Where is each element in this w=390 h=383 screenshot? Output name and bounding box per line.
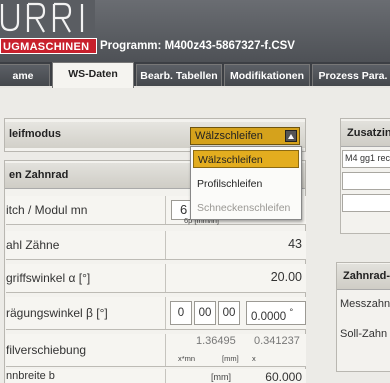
profilverschiebung-x-value[interactable]: 0.341237 bbox=[254, 335, 300, 347]
dropdown-arrow-icon[interactable] bbox=[285, 130, 297, 142]
eingriffswinkel-label: griffswinkel α [°] bbox=[6, 271, 91, 285]
zusatzinfo-field-2[interactable] bbox=[342, 172, 390, 190]
row-zahnbreite: nnbreite b [mm] 60.000 bbox=[6, 369, 306, 383]
zaehne-value[interactable]: 43 bbox=[288, 237, 302, 251]
profilverschiebung-mm-unit: [mm] bbox=[222, 354, 239, 363]
zusatzinfo-value: M4 gg1 rec bbox=[345, 153, 390, 163]
tab-modifikationen[interactable]: Modifikationen bbox=[224, 64, 310, 86]
option-profilschleifen[interactable]: Profilschleifen bbox=[193, 175, 299, 193]
row-schraegungswinkel: rägungswinkel β [°] 0 00 00 0.0000 ° bbox=[6, 297, 306, 330]
tab-ws-daten[interactable]: WS-Daten bbox=[52, 62, 134, 88]
beta-unit: ° bbox=[289, 307, 294, 318]
row-profilverschiebung: filverschiebung 1.36495 x*mn [mm] 0.3412… bbox=[6, 334, 306, 367]
beta-minutes-input[interactable]: 00 bbox=[194, 301, 216, 325]
zusatzinfo-heading: Zusatzin bbox=[341, 121, 390, 147]
row-zaehne: ahl Zähne 43 bbox=[6, 231, 306, 260]
beta-seconds-input[interactable]: 00 bbox=[218, 301, 240, 325]
profilverschiebung-mm-sub: x*mn bbox=[178, 354, 196, 363]
schraegungswinkel-label: rägungswinkel β [°] bbox=[6, 306, 108, 320]
brand-logo bbox=[0, 0, 95, 40]
soll-zahn-label: Soll-Zahn bbox=[340, 328, 388, 340]
profilverschiebung-mm-value[interactable]: 1.36495 bbox=[196, 335, 236, 347]
program-file: M400z43-5867327-f.CSV bbox=[164, 40, 295, 52]
zahnbreite-value[interactable]: 60.000 bbox=[265, 370, 302, 383]
profilverschiebung-label: filverschiebung bbox=[6, 343, 87, 357]
tab-prozess-para[interactable]: Prozess Para. bbox=[312, 64, 390, 86]
option-waelzschleifen[interactable]: Wälzschleifen bbox=[193, 150, 299, 168]
zusatzinfo-field[interactable]: M4 gg1 rec bbox=[342, 150, 390, 168]
modul-label: itch / Modul mn bbox=[6, 203, 88, 217]
eingriffswinkel-value[interactable]: 20.00 bbox=[271, 270, 302, 284]
schleifmodus-select[interactable]: Wälzschleifen bbox=[190, 127, 300, 145]
zahnrad-messung-heading: Zahnrad- bbox=[337, 264, 390, 290]
tab-name[interactable]: ame bbox=[0, 64, 50, 86]
program-label: Programm: bbox=[100, 40, 162, 52]
zusatzinfo-field-3[interactable] bbox=[342, 194, 390, 212]
profilverschiebung-x-sub: x bbox=[252, 354, 256, 363]
zahnbreite-unit: [mm] bbox=[211, 372, 231, 382]
zahnbreite-label: nnbreite b bbox=[6, 370, 55, 382]
schleifmodus-selected: Wälzschleifen bbox=[195, 130, 263, 142]
schleifmodus-dropdown: Wälzschleifen Profilschleifen Schneckens… bbox=[190, 146, 302, 220]
beta-degrees-input[interactable]: 0 bbox=[170, 301, 192, 325]
tab-bearb-tabellen[interactable]: Bearb. Tabellen bbox=[136, 64, 222, 86]
zaehne-label: ahl Zähne bbox=[6, 238, 60, 252]
app-header: UGMASCHINEN Programm: M400z43-5867327-f.… bbox=[0, 0, 390, 62]
messzahn-label: Messzahn bbox=[340, 298, 390, 310]
row-eingriffswinkel: griffswinkel α [°] 20.00 bbox=[6, 264, 306, 293]
brand-name: UGMASCHINEN bbox=[0, 38, 97, 54]
program-title: Programm: M400z43-5867327-f.CSV bbox=[100, 38, 295, 54]
beta-decimal-input[interactable]: 0.0000 ° bbox=[246, 301, 306, 325]
option-schneckenschleifen: Schneckenschleifen bbox=[197, 202, 291, 214]
